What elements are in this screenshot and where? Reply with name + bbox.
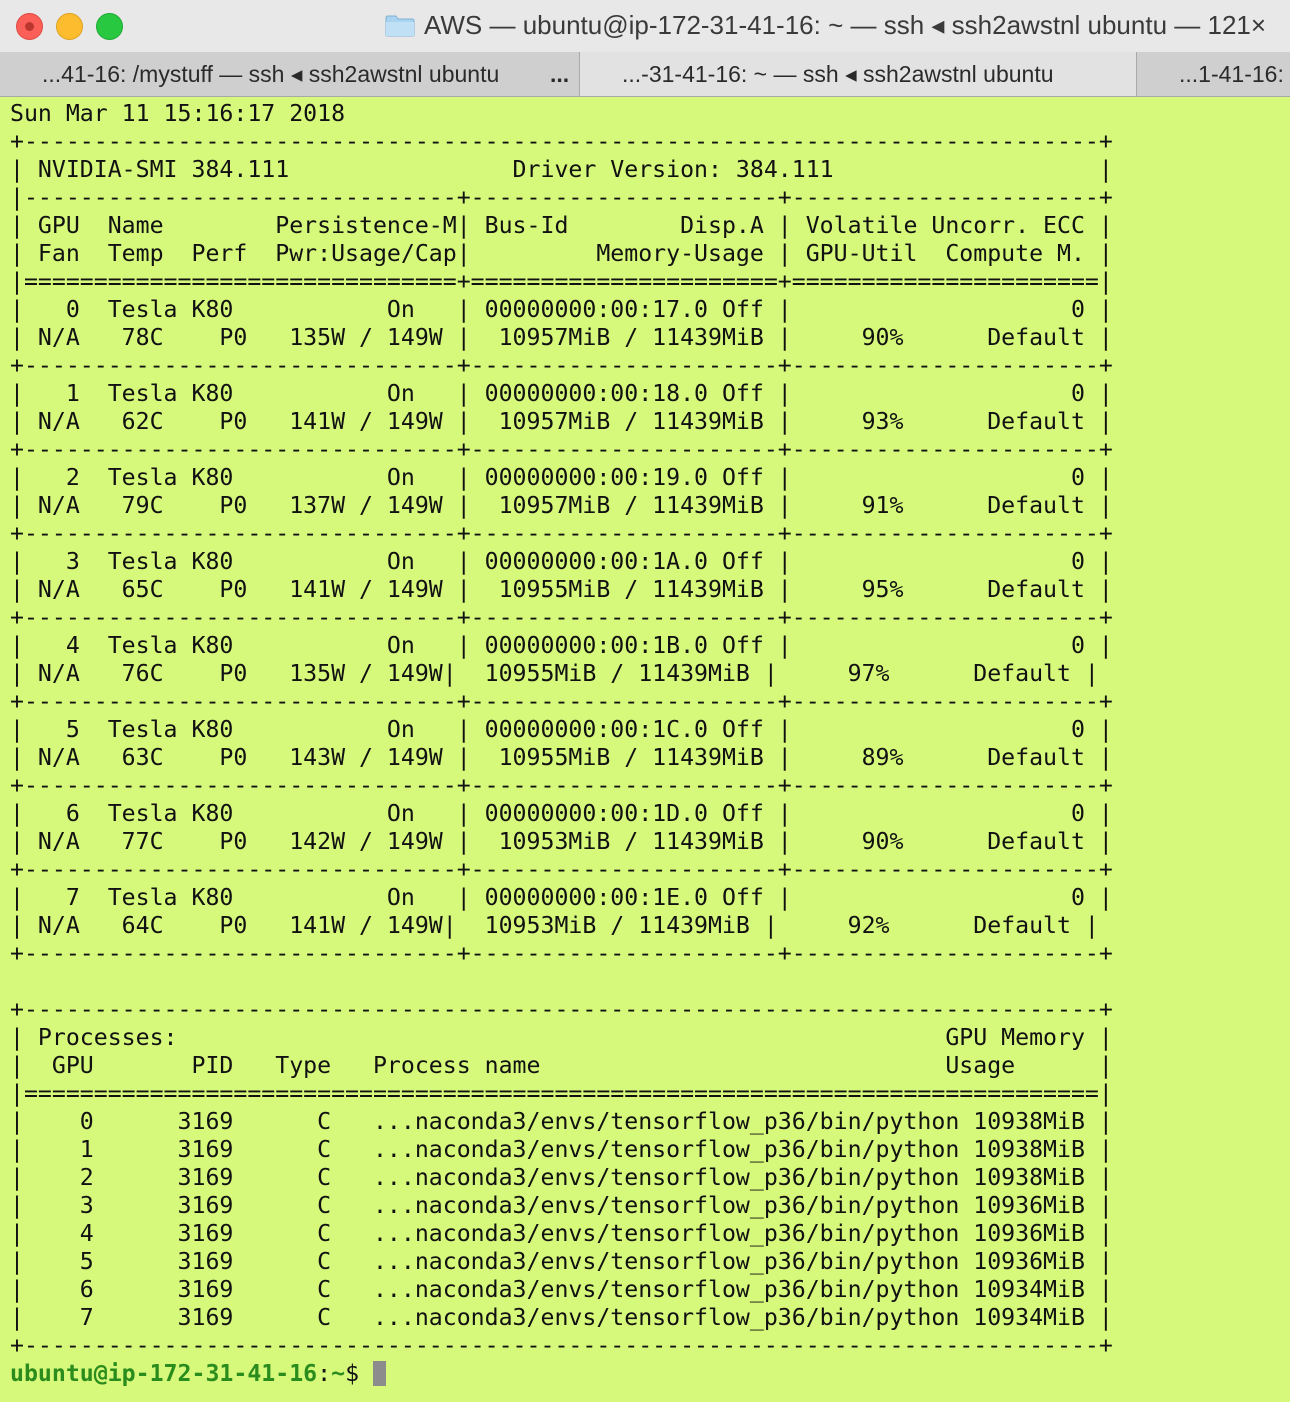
tab-bar: ...41-16: /mystuff — ssh ◂ ssh2awstnl ub… xyxy=(0,52,1290,97)
prompt-separator: : xyxy=(317,1360,332,1387)
tab-overflow-indicator: ... xyxy=(550,61,570,87)
close-window-button[interactable] xyxy=(16,13,43,40)
tab-home-active[interactable]: ...-31-41-16: ~ — ssh ◂ ssh2awstnl ubunt… xyxy=(580,52,1137,96)
nvidia-smi-output: Sun Mar 11 15:16:17 2018 +--------------… xyxy=(10,100,1113,1359)
terminal-output[interactable]: Sun Mar 11 15:16:17 2018 +--------------… xyxy=(10,100,1113,1388)
zoom-window-button[interactable] xyxy=(96,13,123,40)
minimize-window-button[interactable] xyxy=(56,13,83,40)
tab-label: ...1-41-16: xyxy=(1179,61,1284,87)
folder-icon xyxy=(385,15,415,37)
prompt-user-host: ubuntu@ip-172-31-41-16 xyxy=(10,1360,318,1387)
tab-label: ...41-16: /mystuff — ssh ◂ ssh2awstnl ub… xyxy=(42,61,500,87)
tab-third[interactable]: ...1-41-16: xyxy=(1137,52,1290,96)
prompt-path: ~ xyxy=(331,1360,346,1387)
window-title: AWS — ubuntu@ip-172-31-41-16: ~ — ssh ◂ … xyxy=(424,10,1267,40)
tab-mystuff[interactable]: ...41-16: /mystuff — ssh ◂ ssh2awstnl ub… xyxy=(0,52,580,96)
tab-label: ...-31-41-16: ~ — ssh ◂ ssh2awstnl ubunt… xyxy=(622,61,1054,87)
window-titlebar[interactable]: AWS — ubuntu@ip-172-31-41-16: ~ — ssh ◂ … xyxy=(0,0,1290,53)
prompt-symbol: $ xyxy=(345,1360,373,1387)
text-cursor xyxy=(372,1361,386,1386)
